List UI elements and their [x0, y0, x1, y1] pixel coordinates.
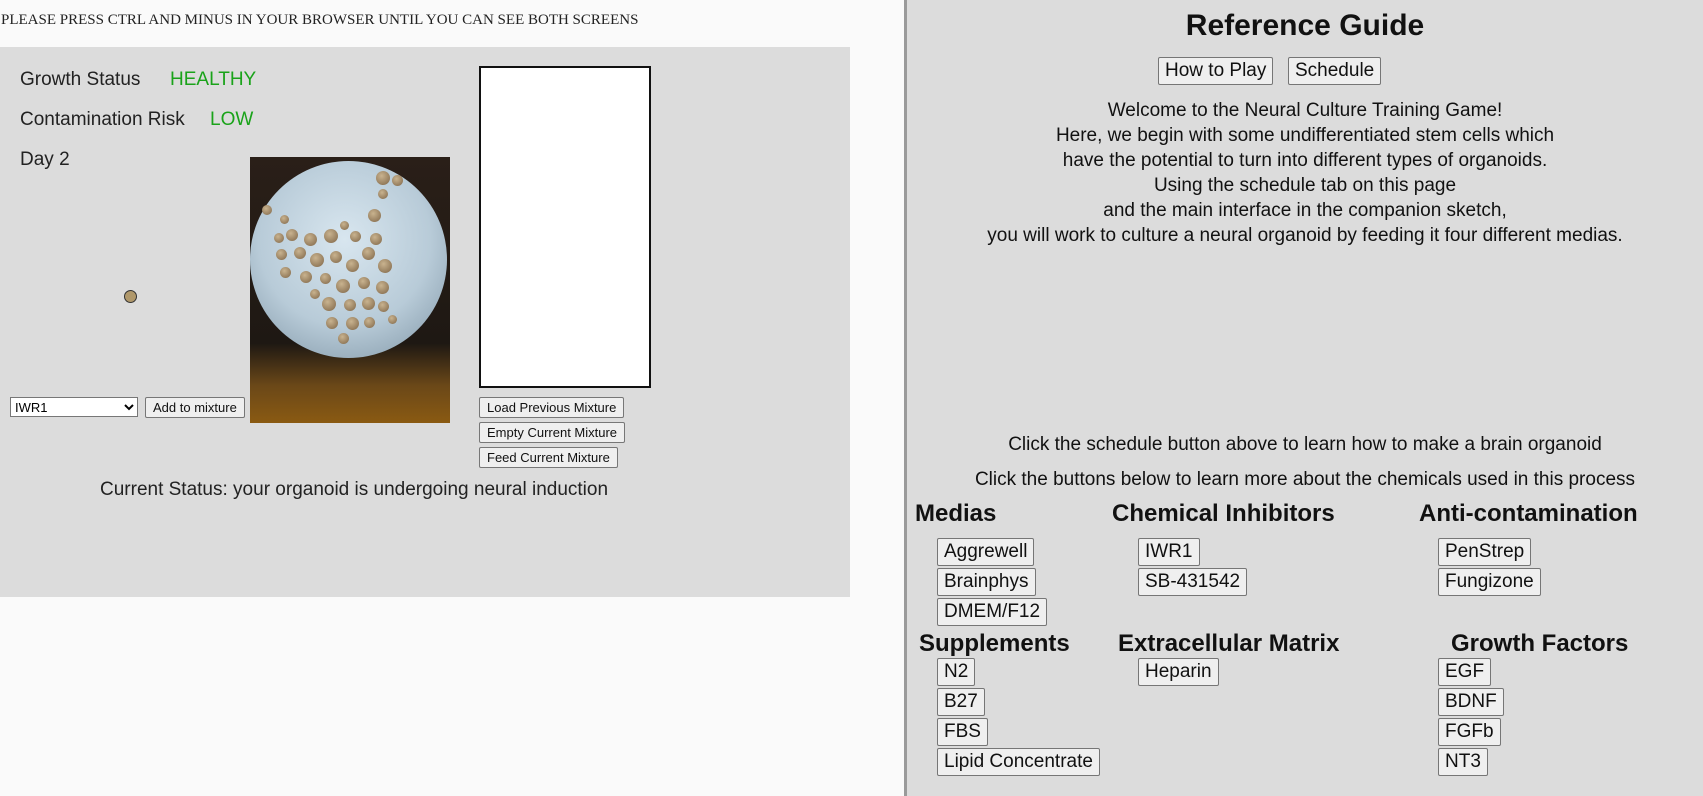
inhibitor-button-sb-431542[interactable]: SB-431542	[1138, 568, 1248, 596]
growth-status-value: HEALTHY	[170, 69, 257, 90]
category-title-extracellular-matrix: Extracellular Matrix	[1118, 630, 1340, 657]
day-counter: Day 2	[20, 149, 70, 170]
growth-status-label: Growth Status	[20, 69, 141, 90]
intro-text: Welcome to the Neural Culture Training G…	[907, 98, 1703, 248]
microscope-lens	[250, 161, 447, 358]
category-title-growth-factors: Growth Factors	[1451, 630, 1629, 657]
supplement-button-fbs[interactable]: FBS	[937, 718, 988, 746]
category-title-supplements: Supplements	[919, 630, 1070, 657]
intro-line: Here, we begin with some undifferentiate…	[1055, 125, 1555, 146]
supplement-button-b27[interactable]: B27	[937, 688, 985, 716]
inhibitor-button-iwr1[interactable]: IWR1	[1138, 538, 1200, 566]
mixture-container	[479, 66, 651, 388]
schedule-hint: Click the schedule button above to learn…	[1008, 434, 1602, 455]
schedule-button[interactable]: Schedule	[1288, 57, 1382, 85]
supplement-button-n2[interactable]: N2	[937, 658, 976, 686]
add-to-mixture-button[interactable]: Add to mixture	[145, 397, 245, 418]
category-title-anti-contamination: Anti-contamination	[1419, 500, 1638, 527]
growth-factor-button-egf[interactable]: EGF	[1438, 658, 1492, 686]
feed-current-mixture-button[interactable]: Feed Current Mixture	[479, 447, 618, 468]
reference-guide-panel: Reference Guide How to Play Schedule Wel…	[907, 0, 1703, 796]
load-previous-mixture-button[interactable]: Load Previous Mixture	[479, 397, 625, 418]
intro-line: you will work to culture a neural organo…	[987, 225, 1623, 246]
growth-factor-button-fgfb[interactable]: FGFb	[1438, 718, 1501, 746]
ecm-button-heparin[interactable]: Heparin	[1138, 658, 1219, 686]
chemical-select[interactable]: IWR1	[10, 397, 138, 417]
anticontamination-button-penstrep[interactable]: PenStrep	[1438, 538, 1532, 566]
contamination-risk-value: LOW	[210, 109, 254, 130]
intro-line: Welcome to the Neural Culture Training G…	[1107, 100, 1503, 121]
reference-guide-title: Reference Guide	[1185, 9, 1425, 42]
microscope-image	[250, 157, 450, 423]
medias-button-brainphys[interactable]: Brainphys	[937, 568, 1036, 596]
medias-button-dmem-f12[interactable]: DMEM/F12	[937, 598, 1048, 626]
growth-factor-button-bdnf[interactable]: BDNF	[1438, 688, 1504, 716]
empty-current-mixture-button[interactable]: Empty Current Mixture	[479, 422, 626, 443]
intro-line: and the main interface in the companion …	[1103, 200, 1507, 221]
chemicals-hint: Click the buttons below to learn more ab…	[974, 469, 1636, 490]
medias-button-aggrewell[interactable]: Aggrewell	[937, 538, 1035, 566]
supplement-button-lipid-concentrate[interactable]: Lipid Concentrate	[937, 748, 1100, 776]
anticontamination-button-fungizone[interactable]: Fungizone	[1438, 568, 1541, 596]
how-to-play-button[interactable]: How to Play	[1158, 57, 1274, 85]
intro-line: have the potential to turn into differen…	[1062, 150, 1548, 171]
category-title-medias: Medias	[915, 500, 997, 527]
zoom-instruction: PLEASE PRESS CTRL AND MINUS IN YOUR BROW…	[1, 12, 639, 28]
intro-line: Using the schedule tab on this page	[1153, 175, 1457, 196]
growth-factor-button-nt3[interactable]: NT3	[1438, 748, 1488, 776]
contamination-risk-label: Contamination Risk	[20, 109, 185, 130]
organoid-marker	[124, 290, 137, 303]
current-status-text: Current Status: your organoid is undergo…	[100, 479, 609, 500]
category-title-chemical-inhibitors: Chemical Inhibitors	[1112, 500, 1335, 527]
